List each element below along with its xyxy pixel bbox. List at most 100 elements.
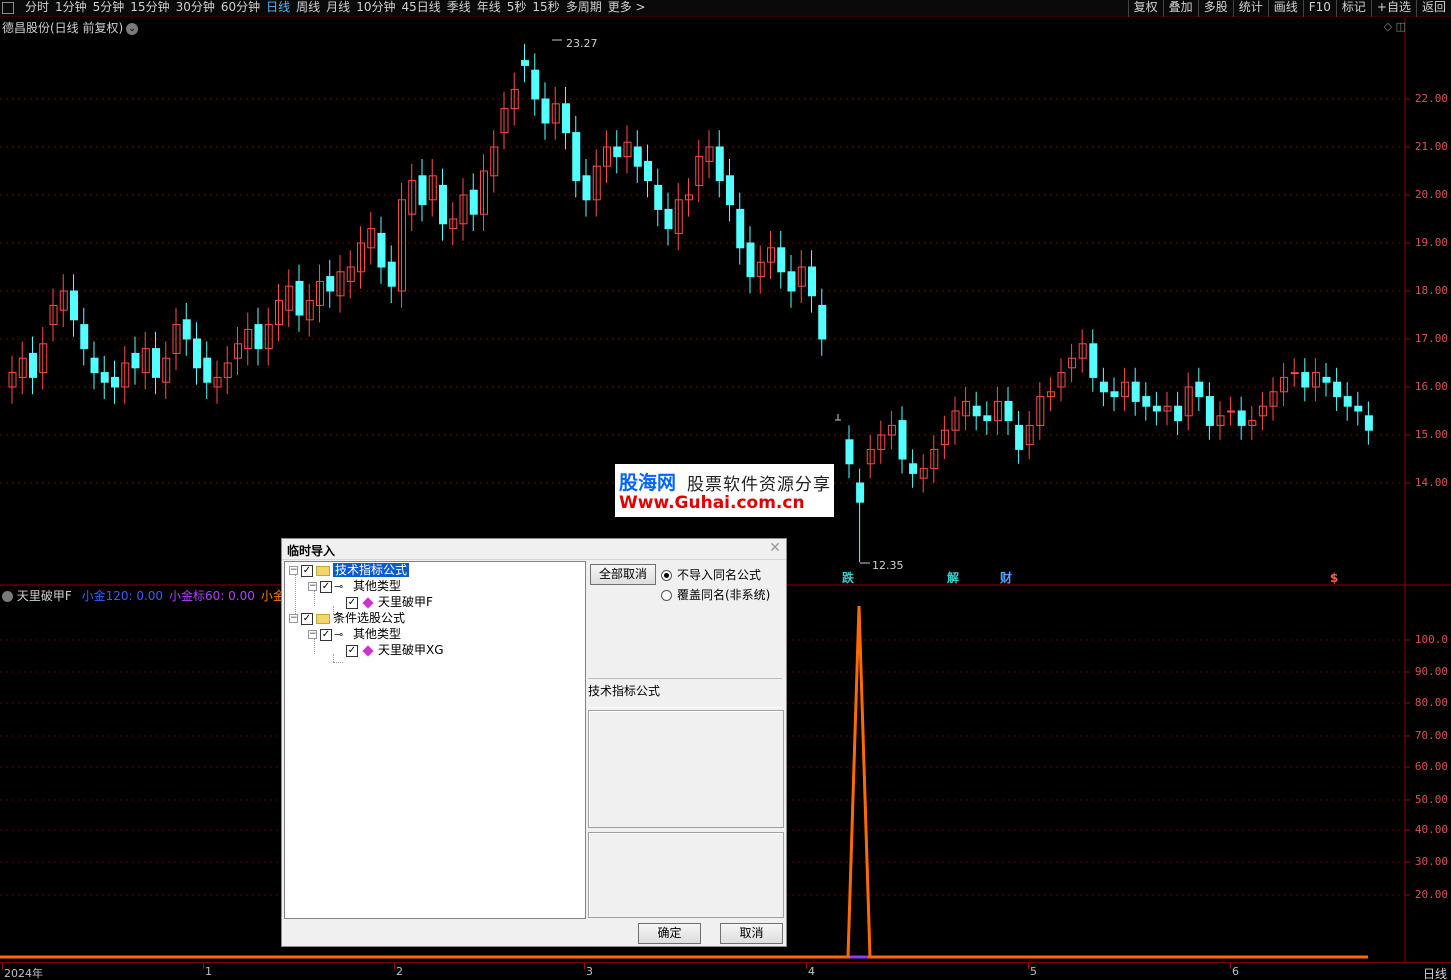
formula-icon bbox=[362, 644, 374, 657]
ok-button[interactable]: 确定 bbox=[638, 923, 701, 944]
candle-body bbox=[1290, 372, 1299, 375]
candle-body bbox=[1237, 410, 1246, 426]
time-axis: 日线 2024年 1 2 3 4 5 6 bbox=[0, 962, 1451, 980]
candle-body bbox=[1152, 405, 1161, 412]
collapse-icon[interactable]: − bbox=[308, 630, 317, 639]
deselect-all-button[interactable]: 全部取消 bbox=[590, 564, 656, 585]
checkbox[interactable]: ✓ bbox=[320, 628, 332, 641]
price-tick-label: 21.00 bbox=[1414, 140, 1448, 153]
candle-body bbox=[90, 357, 99, 374]
candle-body bbox=[1174, 405, 1183, 422]
candle-body bbox=[152, 348, 160, 378]
import-dialog: 临时导入 ✕ − ✓ 技术指标公式 − ✓ ⊸ 其他类型 ✓ 天里破甲F − ✓ 条件选股公式 … bbox=[281, 538, 787, 947]
candle-body bbox=[1142, 396, 1151, 407]
candle-body bbox=[70, 290, 78, 321]
checkbox[interactable]: ✓ bbox=[320, 580, 332, 593]
candle-body bbox=[1343, 396, 1352, 407]
candle-body bbox=[100, 372, 109, 383]
radio-overwrite[interactable]: 覆盖同名(非系统) bbox=[661, 586, 770, 603]
candle-body bbox=[1364, 415, 1373, 431]
candle-body bbox=[726, 175, 734, 206]
price-tick-label: 18.00 bbox=[1414, 284, 1448, 297]
candle-body bbox=[1227, 410, 1236, 413]
indicator-value: 小金120: 0.00 bbox=[81, 589, 164, 603]
candle-body bbox=[29, 352, 37, 378]
candle-body bbox=[439, 184, 447, 225]
info-panel bbox=[588, 710, 784, 828]
chart-title: 德昌股份(日线 前复权) ⌄ bbox=[2, 19, 139, 36]
price-tick-label: 16.00 bbox=[1414, 380, 1448, 393]
candle-body bbox=[572, 132, 581, 182]
collapse-icon[interactable]: − bbox=[289, 614, 298, 623]
period-label: 日线 bbox=[1422, 967, 1447, 980]
candle-body bbox=[736, 208, 745, 249]
indicator-tick-label: 50.00 bbox=[1414, 793, 1448, 806]
candle-body bbox=[644, 160, 652, 182]
candle-body bbox=[1099, 381, 1108, 393]
chart-corner-icons: ◇ ◫ bbox=[1384, 20, 1406, 33]
candle-body bbox=[1205, 396, 1214, 426]
formula-tree: − ✓ 技术指标公式 − ✓ ⊸ 其他类型 ✓ 天里破甲F − ✓ 条件选股公式 − ✓ ⊸ 其他类型… bbox=[284, 561, 586, 919]
collapse-icon[interactable]: − bbox=[289, 566, 298, 575]
candle-body bbox=[582, 175, 591, 201]
radio-skip-duplicates[interactable]: 不导入同名公式 bbox=[661, 566, 761, 583]
candle-body bbox=[80, 324, 89, 350]
candle-body bbox=[541, 98, 550, 124]
watermark-brand: 股海网 bbox=[619, 472, 677, 494]
tree-label: 技术指标公式 bbox=[333, 563, 410, 577]
tree-item-other-types-2[interactable]: − ✓ ⊸ 其他类型 bbox=[308, 627, 401, 643]
tree-item-screener-formulas[interactable]: − ✓ 条件选股公式 bbox=[289, 611, 405, 627]
chevron-down-icon[interactable]: ⌄ bbox=[126, 22, 139, 35]
time-tick bbox=[1028, 963, 1029, 969]
checkbox[interactable]: ✓ bbox=[346, 596, 358, 609]
candle-body bbox=[1004, 400, 1013, 422]
high-marker-label: 23.27 bbox=[566, 37, 598, 50]
checkbox[interactable]: ✓ bbox=[301, 564, 313, 577]
tree-item-formula-f[interactable]: ✓ 天里破甲F bbox=[343, 595, 433, 611]
time-tick bbox=[2, 963, 3, 969]
radio-button[interactable] bbox=[661, 590, 672, 601]
tree-item-other-types[interactable]: − ✓ ⊸ 其他类型 bbox=[308, 579, 401, 595]
candle-body bbox=[131, 352, 140, 369]
tree-item-indicator-formulas[interactable]: − ✓ 技术指标公式 bbox=[289, 563, 410, 579]
candle-body bbox=[377, 232, 386, 268]
checkbox[interactable]: ✓ bbox=[301, 612, 313, 625]
indicator-name: 天里破甲F bbox=[16, 589, 72, 603]
price-tick-label: 15.00 bbox=[1414, 428, 1448, 441]
candle-body bbox=[654, 184, 663, 210]
close-icon[interactable]: ✕ bbox=[768, 541, 782, 555]
candle-body bbox=[715, 146, 724, 182]
time-tick bbox=[1230, 963, 1231, 969]
chevron-down-icon[interactable] bbox=[2, 591, 13, 602]
tree-label: 其他类型 bbox=[353, 627, 402, 641]
indicator-tick-label: 40.00 bbox=[1414, 823, 1448, 836]
price-tick-label: 19.00 bbox=[1414, 236, 1448, 249]
indicator-values: 小金120: 0.00小金标60: 0.00小金标3 bbox=[76, 589, 305, 603]
candle-body bbox=[1110, 391, 1119, 398]
tree-label: 天里破甲XG bbox=[378, 643, 444, 657]
tree-label: 其他类型 bbox=[353, 579, 402, 593]
time-label: 1 bbox=[205, 965, 212, 978]
tree-label: 条件选股公式 bbox=[333, 611, 406, 625]
radio-button[interactable] bbox=[661, 570, 672, 581]
time-tick bbox=[806, 963, 807, 969]
watermark-slogan: 股票软件资源分享 bbox=[687, 475, 831, 495]
checkbox[interactable]: ✓ bbox=[346, 644, 358, 657]
radio-label: 不导入同名公式 bbox=[677, 568, 762, 582]
candle-body bbox=[664, 208, 673, 230]
tree-item-formula-xg[interactable]: ✓ 天里破甲XG bbox=[343, 643, 444, 659]
candle-body bbox=[613, 146, 622, 158]
price-tick-label: 14.00 bbox=[1414, 476, 1448, 489]
key-icon: ⊸ bbox=[334, 628, 344, 641]
diamond-icon[interactable]: ◇ bbox=[1384, 20, 1392, 33]
candle-body bbox=[1322, 376, 1331, 383]
collapse-icon[interactable]: − bbox=[308, 582, 317, 591]
cancel-button[interactable]: 取消 bbox=[720, 923, 783, 944]
key-icon: ⊸ bbox=[334, 580, 344, 593]
candle-body bbox=[562, 103, 570, 134]
price-tick-label: 20.00 bbox=[1414, 188, 1448, 201]
candle-body bbox=[1354, 405, 1363, 412]
category-label: 技术指标公式 bbox=[588, 678, 782, 708]
dialog-titlebar[interactable]: 临时导入 ✕ bbox=[282, 539, 786, 560]
candle-body bbox=[1301, 372, 1310, 388]
